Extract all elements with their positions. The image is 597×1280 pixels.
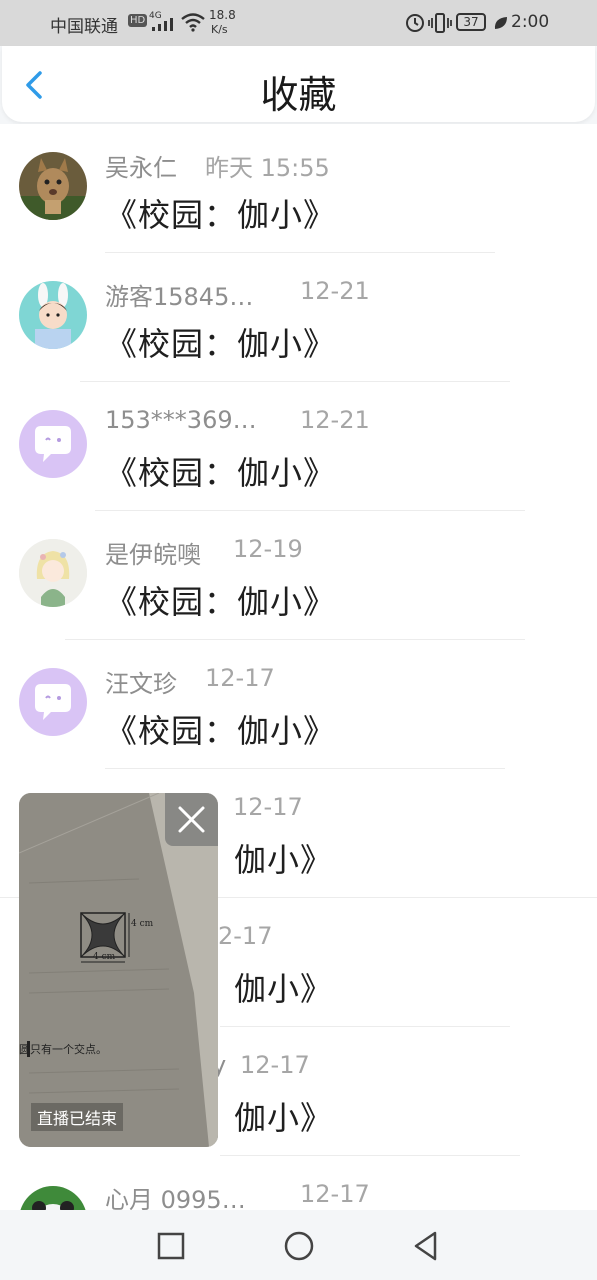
timestamp: 12-17 bbox=[205, 664, 275, 692]
header-bar: 收藏 bbox=[2, 46, 595, 122]
list-item[interactable]: 吴永仁 昨天 15:55 《校园：伽小》 bbox=[0, 124, 597, 253]
list-item[interactable]: 是伊皖噢 12-19 《校园：伽小》 bbox=[0, 511, 597, 640]
timestamp: 昨天 15:55 bbox=[205, 154, 330, 182]
signal-icon bbox=[152, 18, 173, 31]
page-title: 收藏 bbox=[260, 73, 337, 117]
timestamp: 2-17 bbox=[218, 922, 273, 950]
message-preview: 《校园：伽小》 bbox=[105, 454, 337, 492]
message-preview: 《校园：伽小》 bbox=[105, 196, 337, 234]
close-icon bbox=[178, 806, 205, 833]
avatar[interactable] bbox=[19, 281, 87, 349]
list-item[interactable]: 汪文珍 12-17 《校园：伽小》 bbox=[0, 640, 597, 769]
vibrate-icon bbox=[428, 13, 452, 33]
contact-name: 吴永仁 bbox=[105, 154, 177, 182]
list-item[interactable]: 心月 0995… 12-17 bbox=[0, 1156, 597, 1210]
timestamp: 12-21 bbox=[300, 277, 370, 305]
list-item[interactable]: 153***369… 12-21 《校园：伽小》 bbox=[0, 382, 597, 511]
figure-side-label: 4 cm bbox=[131, 919, 154, 929]
recent-apps-icon[interactable] bbox=[153, 1228, 189, 1264]
chat-bubble-icon bbox=[35, 426, 71, 462]
message-preview: 《校园：伽小》 bbox=[105, 583, 337, 621]
contact-name: 心月 0995… bbox=[105, 1186, 246, 1210]
message-preview: 《校园：伽小》 bbox=[105, 712, 337, 750]
contact-name: 153***369… bbox=[105, 406, 257, 434]
lynx-avatar-image bbox=[19, 152, 87, 220]
message-preview: 《校园：伽小》 bbox=[105, 325, 337, 363]
timestamp: 12-17 bbox=[233, 793, 303, 821]
contact-name: 游客15845… bbox=[105, 283, 254, 311]
alarm-icon bbox=[406, 14, 424, 32]
avatar[interactable] bbox=[19, 668, 87, 736]
clock-time: 2:00 bbox=[511, 12, 550, 32]
timestamp: 12-17 bbox=[300, 1180, 370, 1208]
close-button[interactable] bbox=[165, 793, 218, 846]
hd-icon: HD bbox=[128, 14, 148, 27]
anime-girl-avatar-image bbox=[19, 539, 87, 607]
wifi-icon bbox=[181, 13, 205, 32]
live-ended-label: 直播已结束 bbox=[31, 1103, 124, 1131]
figure-bottom-label: 4 cm bbox=[93, 952, 116, 962]
message-preview: 伽小》 bbox=[234, 970, 334, 1008]
avatar[interactable] bbox=[19, 152, 87, 220]
avatar[interactable] bbox=[19, 539, 87, 607]
avatar[interactable] bbox=[19, 1186, 87, 1210]
timestamp: 12-21 bbox=[300, 406, 370, 434]
timestamp: 12-19 bbox=[233, 535, 303, 563]
bunny-girl-avatar-image bbox=[19, 281, 87, 349]
contact-name: 是伊皖噢 bbox=[105, 541, 201, 569]
battery-icon: 37 bbox=[456, 13, 486, 31]
net-speed-unit: K/s bbox=[211, 23, 228, 36]
system-nav-bar bbox=[0, 1210, 597, 1280]
message-preview: 伽小》 bbox=[234, 841, 334, 879]
list-item[interactable]: 游客15845… 12-21 《校园：伽小》 bbox=[0, 253, 597, 382]
carrier-name: 中国联通 bbox=[50, 17, 118, 37]
panda-avatar-image bbox=[19, 1186, 87, 1210]
leaf-icon bbox=[494, 17, 507, 29]
page-text: 圆只有一个交点。 bbox=[19, 1043, 107, 1056]
chat-bubble-icon bbox=[35, 684, 71, 720]
avatar[interactable] bbox=[19, 410, 87, 478]
back-triangle-icon[interactable] bbox=[408, 1228, 444, 1264]
message-preview: 伽小》 bbox=[234, 1099, 334, 1137]
video-frame-image bbox=[19, 793, 218, 1147]
live-video-window[interactable]: 4 cm 4 cm 圆只有一个交点。 直播已结束 bbox=[19, 793, 218, 1147]
contact-name: 汪文珍 bbox=[105, 670, 177, 698]
timestamp: 12-17 bbox=[240, 1051, 310, 1079]
home-icon[interactable] bbox=[281, 1228, 317, 1264]
net-speed-value: 18.8 bbox=[209, 8, 236, 22]
battery-level: 37 bbox=[463, 15, 479, 29]
status-bar: 中国联通 HD 4G 18.8 K/s 37 2:00 bbox=[0, 0, 597, 46]
